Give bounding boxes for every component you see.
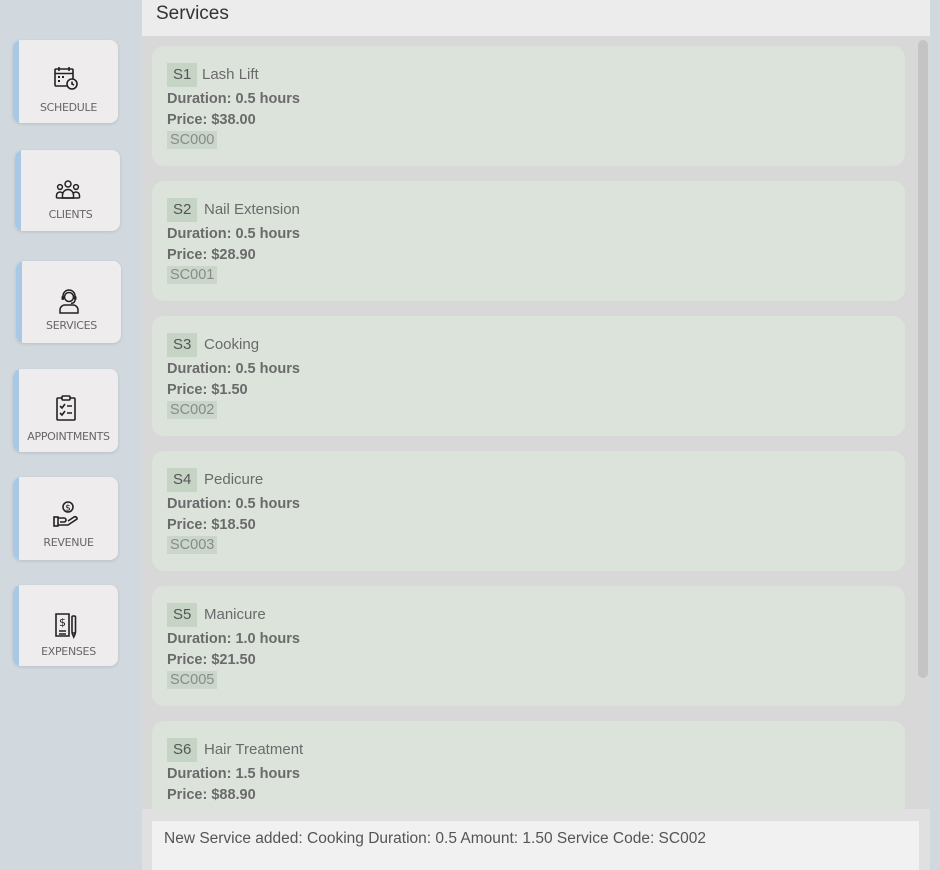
service-name: Manicure: [204, 606, 266, 623]
service-card[interactable]: S6 Hair Treatment Duration: 1.5 hours Pr…: [152, 721, 905, 809]
status-message: New Service added: Cooking Duration: 0.5…: [164, 830, 706, 847]
service-duration: Duration: 1.0 hours: [167, 631, 300, 647]
service-index-badge: S2: [167, 198, 198, 222]
service-index-badge: S5: [167, 603, 198, 627]
service-duration: Duration: 0.5 hours: [167, 496, 300, 512]
receipt-pen-icon: $: [13, 613, 118, 639]
service-index-badge: S4: [167, 468, 198, 492]
service-duration: Duration: 0.5 hours: [167, 361, 300, 377]
nav-label: REVENUE: [43, 536, 94, 549]
nav-label: CLIENTS: [48, 208, 93, 221]
clipboard-check-icon: [13, 395, 118, 421]
service-code-badge: SC001: [167, 266, 218, 284]
service-card[interactable]: S3 Cooking Duration: 0.5 hours Price: $1…: [152, 316, 905, 436]
service-duration: Duration: 0.5 hours: [167, 91, 300, 107]
service-name: Lash Lift: [202, 66, 259, 83]
service-list[interactable]: S1 Lash Lift Duration: 0.5 hours Price: …: [142, 36, 930, 809]
nav-label: EXPENSES: [41, 645, 96, 658]
service-name: Pedicure: [204, 471, 264, 488]
service-price: Price: $21.50: [167, 652, 256, 668]
calendar-clock-icon: [13, 66, 118, 90]
service-price: Price: $18.50: [167, 517, 256, 533]
nav-label: APPOINTMENTS: [27, 430, 110, 443]
result-display: New Service added: Cooking Duration: 0.5…: [142, 809, 930, 870]
nav-schedule-button[interactable]: SCHEDULE: [13, 40, 118, 123]
nav-label: SERVICES: [46, 319, 97, 332]
service-index-badge: S3: [167, 333, 198, 357]
service-code-badge: SC002: [167, 401, 218, 419]
service-card[interactable]: S4 Pedicure Duration: 0.5 hours Price: $…: [152, 451, 905, 571]
nav-services-button[interactable]: SERVICES: [16, 261, 121, 343]
list-scrollbar[interactable]: [918, 40, 928, 678]
service-price: Price: $38.00: [167, 112, 256, 128]
nav-expenses-button[interactable]: $ EXPENSES: [13, 585, 118, 666]
result-box: New Service added: Cooking Duration: 0.5…: [152, 821, 919, 870]
service-card[interactable]: S1 Lash Lift Duration: 0.5 hours Price: …: [152, 46, 905, 166]
service-price: Price: $88.90: [167, 787, 256, 803]
nav-revenue-button[interactable]: $ REVENUE: [13, 477, 118, 560]
nav-label: SCHEDULE: [39, 101, 98, 114]
support-agent-icon: [16, 289, 121, 314]
service-card[interactable]: S2 Nail Extension Duration: 0.5 hours Pr…: [152, 181, 905, 301]
nav-clients-button[interactable]: CLIENTS: [15, 150, 120, 231]
service-name: Nail Extension: [204, 201, 300, 218]
service-card[interactable]: S5 Manicure Duration: 1.0 hours Price: $…: [152, 586, 905, 706]
people-group-icon: [15, 178, 120, 202]
nav-appointments-button[interactable]: APPOINTMENTS: [13, 369, 118, 452]
service-price: Price: $1.50: [167, 382, 248, 398]
svg-text:$: $: [59, 616, 66, 629]
service-code-badge: SC000: [167, 131, 218, 149]
service-name: Cooking: [204, 336, 260, 353]
service-index-badge: S1: [167, 63, 198, 87]
service-name: Hair Treatment: [204, 741, 304, 758]
service-price: Price: $28.90: [167, 247, 256, 263]
service-index-badge: S6: [167, 738, 198, 762]
service-duration: Duration: 1.5 hours: [167, 766, 300, 782]
svg-text:$: $: [65, 504, 71, 514]
page-title: Services: [156, 3, 229, 24]
service-code-badge: SC005: [167, 671, 218, 689]
service-code-badge: SC003: [167, 536, 218, 554]
page-header: Services: [142, 0, 930, 36]
service-duration: Duration: 0.5 hours: [167, 226, 300, 242]
hand-coin-icon: $: [13, 501, 118, 527]
